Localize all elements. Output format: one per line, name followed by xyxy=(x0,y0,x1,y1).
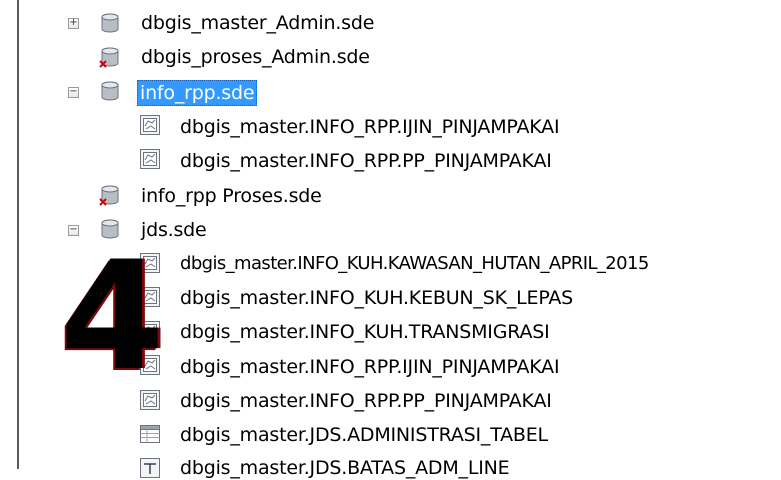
tree-item-label[interactable]: dbgis_master.INFO_KUH.TRANSMIGRASI xyxy=(178,320,552,344)
tree-item-label[interactable]: dbgis_master.INFO_RPP.PP_PINJAMPAKAI xyxy=(178,389,554,413)
tree-item-label[interactable]: dbgis_master.INFO_KUH.KAWASAN_HUTAN_APRI… xyxy=(178,252,651,276)
tree-item-label[interactable]: dbgis_master.JDS.ADMINISTRASI_TABEL xyxy=(178,423,550,447)
tree-item-label[interactable]: dbgis_master.INFO_RPP.PP_PINJAMPAKAI xyxy=(178,149,554,173)
tree-item-label[interactable]: dbgis_master.JDS.BATAS_ADM_LINE xyxy=(178,456,511,480)
database-connection-error-icon xyxy=(99,47,119,68)
database-connection-icon xyxy=(101,13,119,33)
feature-class-icon xyxy=(140,149,160,169)
expand-toggle[interactable]: + xyxy=(68,18,79,29)
tree-item-label[interactable]: dbgis_master.INFO_RPP.IJIN_PINJAMPAKAI xyxy=(178,115,561,139)
database-connection-error-icon xyxy=(99,185,119,206)
database-connection-icon xyxy=(101,81,119,101)
tree-item-label[interactable]: dbgis_master_Admin.sde xyxy=(139,11,376,35)
collapse-toggle[interactable]: − xyxy=(68,87,79,98)
feature-class-icon xyxy=(140,115,160,135)
tree-item-label[interactable]: info_rpp Proses.sde xyxy=(139,184,324,208)
annotation-number-4: 4 xyxy=(60,230,165,404)
table-icon xyxy=(140,425,160,443)
tree-item-label[interactable]: dbgis_proses_Admin.sde xyxy=(139,45,372,69)
tree-item-label-selected[interactable]: info_rpp.sde xyxy=(137,80,258,106)
tree-item-label[interactable]: dbgis_master.INFO_RPP.IJIN_PINJAMPAKAI xyxy=(178,355,561,379)
tree-item-label[interactable]: dbgis_master.INFO_KUH.KEBUN_SK_LEPAS xyxy=(178,286,575,310)
line-feature-class-icon xyxy=(140,458,160,478)
